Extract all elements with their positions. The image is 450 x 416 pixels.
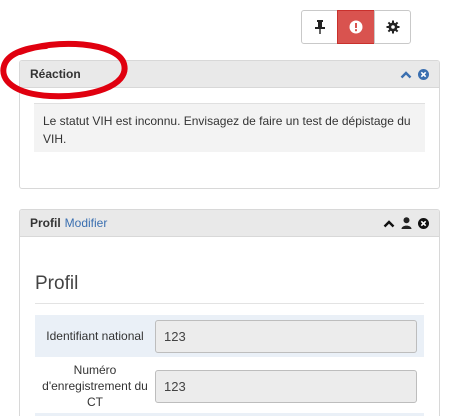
close-icon[interactable]: [418, 68, 429, 80]
close-icon[interactable]: [418, 217, 429, 229]
ct-number-field[interactable]: [155, 369, 417, 403]
alert-button[interactable]: [337, 10, 375, 44]
chevron-up-icon[interactable]: [383, 219, 395, 228]
chevron-up-icon[interactable]: [400, 70, 412, 79]
user-icon[interactable]: [401, 217, 412, 229]
field-row-ct-number: Numéro d'enregistrement du CT: [35, 361, 424, 411]
profil-panel-header: Profil Modifier: [20, 210, 439, 237]
pin-icon: [314, 20, 325, 34]
reaction-message: Le statut VIH est inconnu. Envisagez de …: [34, 103, 425, 152]
alert-icon: [349, 20, 363, 34]
gear-icon: [386, 20, 399, 34]
profil-heading: Profil: [35, 273, 424, 304]
reaction-panel: Réaction Le statut VIH est inconnu. Envi…: [19, 60, 440, 189]
edit-link[interactable]: Modifier: [65, 216, 108, 230]
reaction-panel-header: Réaction: [20, 61, 439, 88]
national-id-field[interactable]: [155, 319, 417, 353]
toolbar: [301, 10, 411, 44]
settings-button[interactable]: [374, 10, 411, 44]
profil-panel-title: Profil: [30, 216, 61, 230]
profil-panel: Profil Modifier Profil Identifiant natio…: [19, 209, 440, 416]
field-label: Numéro d'enregistrement du CT: [42, 363, 148, 409]
field-label: Identifiant national: [46, 329, 144, 343]
pin-button[interactable]: [301, 10, 338, 44]
reaction-panel-title: Réaction: [30, 67, 81, 81]
field-row-national-id: Identifiant national: [35, 315, 424, 357]
